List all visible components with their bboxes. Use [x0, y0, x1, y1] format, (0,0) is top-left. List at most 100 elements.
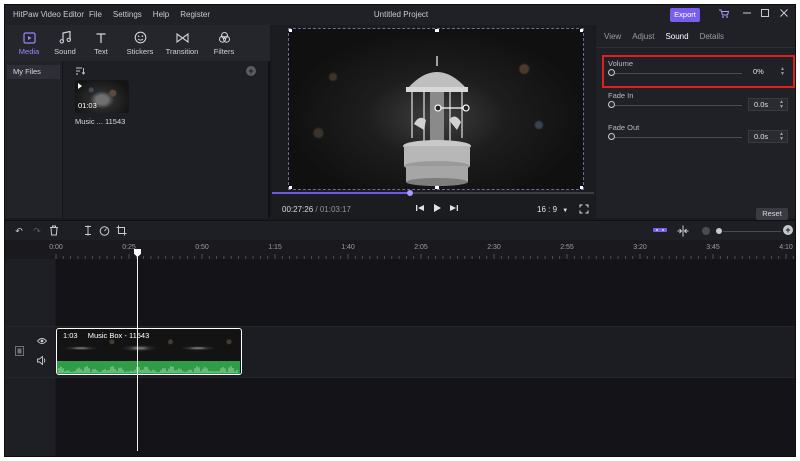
volume-speaker-icon[interactable]	[37, 355, 47, 367]
volume-value[interactable]: 0% ▲ ▼	[748, 66, 788, 79]
play-button-icon[interactable]	[432, 203, 442, 215]
snap-icon[interactable]	[677, 225, 689, 237]
ruler-label: 4:10	[779, 244, 793, 251]
zoom-out-icon[interactable]	[702, 227, 710, 235]
fade-in-value[interactable]: 0.0s ▲ ▼	[748, 98, 788, 111]
total-time: / 01:03:17	[315, 205, 351, 214]
ruler-label: 2:05	[414, 244, 428, 251]
app-title: HitPaw Video Editor	[13, 10, 84, 19]
crop-handle-tr[interactable]	[580, 29, 583, 32]
tab-sound-label: Sound	[54, 46, 76, 56]
maximize-icon[interactable]	[758, 8, 772, 22]
fade-out-slider-knob[interactable]	[608, 133, 615, 140]
speed-icon[interactable]	[98, 225, 110, 237]
track-lane-top	[56, 259, 795, 326]
menu-settings[interactable]: Settings	[113, 10, 142, 19]
current-time: 00:27:26	[282, 205, 314, 214]
tab-sound-props[interactable]: Sound	[665, 32, 688, 41]
volume-slider[interactable]	[610, 73, 742, 74]
tab-adjust[interactable]: Adjust	[632, 32, 654, 41]
transition-icon	[175, 31, 189, 45]
sidebar-item-my-files[interactable]: My Files	[7, 65, 60, 79]
media-thumbnail[interactable]: 01:03	[75, 80, 129, 113]
minimize-icon[interactable]	[740, 8, 754, 22]
fade-in-slider[interactable]	[610, 105, 742, 106]
reset-button[interactable]: Reset	[756, 208, 788, 220]
track-header-empty	[5, 378, 55, 456]
crop-icon[interactable]	[115, 225, 127, 237]
playhead[interactable]	[137, 253, 138, 451]
divider	[596, 47, 795, 48]
media-duration: 01:03	[78, 101, 97, 110]
next-frame-icon[interactable]	[449, 203, 459, 215]
fullscreen-icon[interactable]	[579, 204, 589, 216]
aspect-ratio-select[interactable]: 16 : 9 ▼	[537, 205, 568, 214]
fade-out-value[interactable]: 0.0s ▲ ▼	[748, 130, 788, 143]
music-box-image	[403, 56, 471, 186]
tab-stickers[interactable]: Stickers	[119, 25, 161, 61]
redo-icon[interactable]: ↷	[31, 225, 43, 237]
tab-view[interactable]: View	[604, 32, 621, 41]
video-preview[interactable]	[288, 28, 584, 190]
aspect-ratio-value: 16 : 9	[537, 205, 558, 214]
crop-handle-bottom[interactable]	[435, 186, 439, 189]
menu-file[interactable]: File	[89, 10, 102, 19]
tab-filters[interactable]: Filters	[203, 25, 245, 61]
crop-handle-top[interactable]	[435, 29, 439, 32]
prev-frame-icon[interactable]	[415, 203, 425, 215]
scrubber-progress	[272, 192, 411, 194]
add-media-icon[interactable]: +	[246, 66, 256, 76]
tab-media[interactable]: Media	[11, 25, 47, 61]
close-icon[interactable]	[777, 8, 791, 22]
preview-scrubber[interactable]	[272, 190, 594, 196]
timeline-ruler[interactable]: 0:00 0:25 0:50 1:15 1:40 2:05 2:30 2:55 …	[5, 241, 795, 259]
cart-icon[interactable]	[716, 8, 730, 22]
ruler-label: 3:45	[706, 244, 720, 251]
music-note-icon	[58, 31, 72, 45]
media-tabs: Media Sound Text Stickers Transition Fil…	[5, 25, 270, 61]
video-clip[interactable]: 1:03 Music Box - 11543	[56, 328, 242, 375]
stepper-arrows-icon[interactable]: ▲ ▼	[779, 132, 784, 142]
track-header-video	[5, 327, 55, 377]
smiley-icon	[133, 31, 147, 45]
volume-value-text: 0%	[753, 67, 764, 76]
zoom-slider-knob[interactable]	[716, 228, 722, 234]
undo-icon[interactable]: ↶	[13, 225, 25, 237]
split-icon[interactable]	[82, 225, 94, 237]
fade-in-slider-knob[interactable]	[608, 101, 615, 108]
clip-name: Music Box - 11543	[87, 331, 150, 340]
media-icon	[22, 31, 36, 45]
export-button[interactable]: Export	[670, 8, 700, 22]
sort-icon[interactable]	[75, 67, 86, 75]
chevron-down-icon: ▼	[562, 208, 569, 214]
menu-help[interactable]: Help	[153, 10, 169, 19]
crop-handle-tl[interactable]	[289, 29, 292, 32]
fade-out-value-text: 0.0s	[754, 132, 769, 141]
volume-slider-knob[interactable]	[608, 69, 615, 76]
tab-transition[interactable]: Transition	[161, 25, 203, 61]
stepper-arrows-icon[interactable]: ▲ ▼	[779, 100, 784, 110]
fade-in-control: Fade In 0.0s ▲ ▼	[608, 91, 788, 111]
fade-out-slider[interactable]	[610, 137, 742, 138]
media-item-name: Music ... 11543	[75, 117, 126, 126]
text-icon	[94, 31, 108, 45]
tab-text-label: Text	[94, 46, 108, 56]
properties-panel: View Adjust Sound Details Volume 0% ▲ ▼ F…	[596, 25, 795, 220]
tab-text[interactable]: Text	[83, 25, 119, 61]
zoom-slider[interactable]	[723, 231, 781, 232]
menu-register[interactable]: Register	[180, 10, 210, 19]
stepper-arrows-icon[interactable]: ▲ ▼	[780, 67, 785, 77]
crop-handle-bl[interactable]	[289, 186, 292, 189]
ruler-label: 0:00	[49, 244, 63, 251]
tab-sound[interactable]: Sound	[47, 25, 83, 61]
fade-in-value-text: 0.0s	[754, 100, 769, 109]
tab-details[interactable]: Details	[700, 32, 724, 41]
crop-handle-br[interactable]	[580, 186, 583, 189]
delete-icon[interactable]	[48, 225, 60, 237]
ruler-label: 1:40	[341, 244, 355, 251]
scrubber-knob[interactable]	[407, 190, 414, 196]
menu-bar: File Settings Help Register	[89, 10, 210, 19]
track-mode-icon[interactable]	[653, 225, 667, 237]
zoom-in-icon[interactable]: +	[783, 225, 793, 235]
visibility-eye-icon[interactable]	[36, 337, 48, 347]
